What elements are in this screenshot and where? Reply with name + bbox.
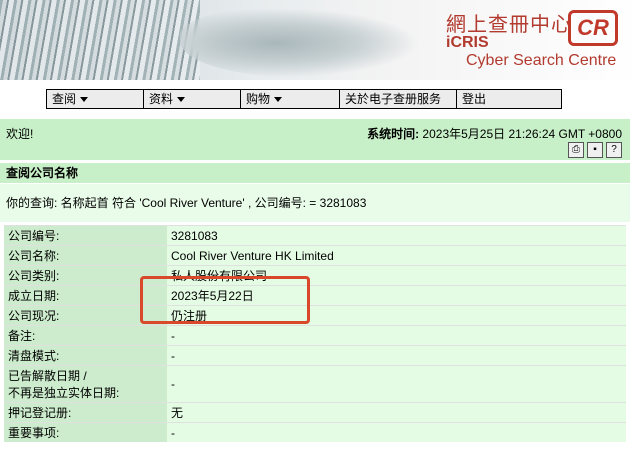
section-title: 查阅公司名称 bbox=[0, 163, 630, 183]
nav-item-label: 登出 bbox=[462, 92, 487, 106]
company-info-table: 公司编号: 3281083 公司名称: Cool River Venture HK … bbox=[4, 225, 626, 442]
print-icon[interactable]: ⎙ bbox=[568, 142, 584, 158]
system-time: 系统时间: 2023年5月25日 21:26:24 GMT +0800 bbox=[367, 125, 622, 142]
nav-item-logout[interactable]: 登出 bbox=[457, 90, 551, 108]
table-row: 公司名称: Cool River Venture HK Limited bbox=[4, 245, 626, 266]
row-value: - bbox=[167, 365, 626, 403]
table-row: 备注: - bbox=[4, 325, 626, 346]
row-label: 公司现况: bbox=[4, 305, 167, 326]
cr-logo-badge: CR bbox=[568, 10, 618, 46]
welcome-bar: 欢迎! 系统时间: 2023年5月25日 21:26:24 GMT +0800 … bbox=[0, 119, 630, 160]
banner-map-graphic bbox=[180, 8, 420, 78]
top-nav-menu: 查阅 资料 购物 关於电子查册服务 登出 bbox=[46, 89, 562, 109]
logo-subtitle: Cyber Search Centre bbox=[466, 52, 617, 69]
chevron-down-icon bbox=[177, 97, 186, 103]
row-value: - bbox=[167, 325, 626, 346]
table-row: 公司类别: 私人股份有限公司 bbox=[4, 265, 626, 286]
nav-item-search[interactable]: 查阅 bbox=[47, 90, 144, 108]
row-label: 成立日期: bbox=[4, 285, 167, 306]
row-value: 无 bbox=[167, 402, 626, 423]
table-row: 重要事项: - bbox=[4, 422, 626, 442]
query-summary: 你的查询: 名称起首 符合 'Cool River Venture' , 公司编… bbox=[0, 184, 630, 222]
row-value: Cool River Venture HK Limited bbox=[167, 245, 626, 266]
save-icon[interactable]: ▪ bbox=[587, 142, 603, 158]
row-value: - bbox=[167, 422, 626, 442]
table-row: 公司编号: 3281083 bbox=[4, 225, 626, 246]
row-value: 私人股份有限公司 bbox=[167, 265, 626, 286]
table-row: 公司现况: 仍注册 bbox=[4, 305, 626, 326]
nav-item-label: 关於电子查册服务 bbox=[345, 92, 442, 106]
table-row: 押记登记册: 无 bbox=[4, 402, 626, 423]
nav-item-about[interactable]: 关於电子查册服务 bbox=[340, 90, 457, 108]
row-label: 公司名称: bbox=[4, 245, 167, 266]
header-banner: 網上查冊中心 iCRIS Cyber Search Centre CR bbox=[0, 0, 640, 80]
nav-item-label: 购物 bbox=[246, 92, 271, 106]
nav-item-info[interactable]: 资料 bbox=[144, 90, 241, 108]
row-label: 公司类别: bbox=[4, 265, 167, 286]
table-row: 清盘模式: - bbox=[4, 345, 626, 366]
nav-item-label: 资料 bbox=[149, 92, 174, 106]
chevron-down-icon bbox=[274, 97, 283, 103]
row-label: 重要事项: bbox=[4, 422, 167, 442]
logo-icris: iCRIS bbox=[446, 34, 489, 51]
toolbar-icons: ⎙ ▪ ? bbox=[568, 142, 622, 158]
row-value: 2023年5月22日 bbox=[167, 285, 626, 306]
row-label: 已告解散日期 / 不再是独立实体日期: bbox=[4, 365, 167, 403]
welcome-text: 欢迎! bbox=[6, 127, 34, 141]
row-label: 公司编号: bbox=[4, 225, 167, 246]
table-row: 成立日期: 2023年5月22日 bbox=[4, 285, 626, 306]
chevron-down-icon bbox=[80, 97, 89, 103]
table-row: 已告解散日期 / 不再是独立实体日期: - bbox=[4, 365, 626, 403]
help-icon[interactable]: ? bbox=[606, 142, 622, 158]
row-value: 3281083 bbox=[167, 225, 626, 246]
row-value: 仍注册 bbox=[167, 305, 626, 326]
logo-chinese-title: 網上查冊中心 bbox=[446, 12, 572, 36]
system-time-label: 系统时间: bbox=[367, 127, 420, 141]
banner-photo bbox=[0, 0, 200, 80]
row-label: 清盘模式: bbox=[4, 345, 167, 366]
nav-item-label: 查阅 bbox=[52, 92, 77, 106]
nav-item-shopping[interactable]: 购物 bbox=[241, 90, 340, 108]
row-value: - bbox=[167, 345, 626, 366]
row-label: 备注: bbox=[4, 325, 167, 346]
row-label: 押记登记册: bbox=[4, 402, 167, 423]
system-time-value: 2023年5月25日 21:26:24 GMT +0800 bbox=[422, 127, 622, 141]
